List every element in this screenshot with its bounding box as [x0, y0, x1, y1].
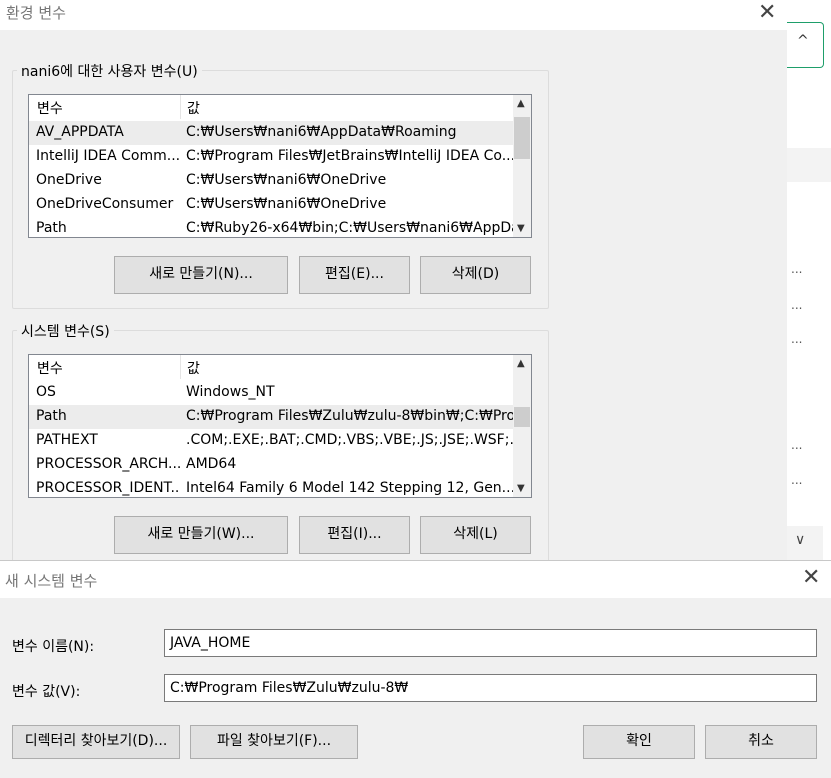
background-down-button[interactable]: ∨: [787, 526, 823, 560]
column-header-value[interactable]: 값: [187, 358, 200, 378]
environment-variables-dialog: 환경 변수 ✕ nani6에 대한 사용자 변수(U) 변수 값 AV_APPD…: [0, 0, 787, 571]
variable-name: AV_APPDATA: [36, 124, 124, 140]
variable-value: AMD64: [186, 456, 237, 472]
table-row[interactable]: OS Windows_NT: [29, 381, 513, 405]
system-variables-list[interactable]: 변수 값 OS Windows_NT Path C:₩Program Files…: [28, 354, 532, 498]
background-ellipsis: ...: [791, 438, 803, 452]
scroll-up-icon[interactable]: ▲: [517, 358, 525, 369]
variable-name: Path: [36, 220, 67, 236]
variable-value: .COM;.EXE;.BAT;.CMD;.VBS;.VBE;.JS;.JSE;.…: [186, 432, 513, 448]
background-up-button[interactable]: ^: [787, 22, 824, 68]
table-row[interactable]: PROCESSOR_IDENT... Intel64 Family 6 Mode…: [29, 477, 513, 501]
background-ellipsis: ...: [791, 473, 803, 487]
variable-value: C:₩Program Files₩Zulu₩zulu-8₩bin₩;C:₩Pro…: [186, 408, 513, 424]
system-delete-button[interactable]: 삭제(L): [420, 516, 531, 554]
user-variables-list[interactable]: 변수 값 AV_APPDATA C:₩Users₩nani6₩AppData₩R…: [28, 94, 532, 238]
variable-value-input[interactable]: C:₩Program Files₩Zulu₩zulu-8₩: [164, 674, 817, 702]
variable-value: Intel64 Family 6 Model 142 Stepping 12, …: [186, 480, 513, 496]
close-icon[interactable]: ✕: [758, 0, 776, 25]
new-system-variable-dialog: 새 시스템 변수 ✕ 변수 이름(N): JAVA_HOME 변수 값(V): …: [0, 560, 831, 778]
browse-file-button[interactable]: 파일 찾아보기(F)...: [190, 725, 358, 759]
user-variables-label: nani6에 대한 사용자 변수(U): [17, 61, 202, 81]
background-ellipsis: ...: [791, 298, 803, 312]
scroll-up-icon[interactable]: ▲: [517, 98, 525, 109]
variable-name: OneDrive: [36, 172, 102, 188]
variable-value: C:₩Users₩nani6₩AppData₩Roaming: [186, 124, 457, 140]
column-header-variable[interactable]: 변수: [37, 98, 63, 118]
variable-name: Path: [36, 408, 67, 424]
table-row[interactable]: Path C:₩Ruby26-x64₩bin;C:₩Users₩nani6₩Ap…: [29, 217, 513, 241]
variable-name-label: 변수 이름(N):: [12, 639, 95, 655]
background-window-edge: ^ ... ... ... ... ... ∨: [787, 0, 831, 560]
variable-value: Windows_NT: [186, 384, 275, 400]
variable-name-input[interactable]: JAVA_HOME: [164, 629, 817, 657]
background-ellipsis: ...: [791, 262, 803, 276]
new-dialog-title: 새 시스템 변수: [5, 572, 98, 590]
variable-name: PROCESSOR_ARCH...: [36, 456, 180, 472]
chevron-up-icon: ^: [797, 33, 809, 49]
variable-name: OneDriveConsumer: [36, 196, 174, 212]
list-header: 변수 값: [29, 355, 513, 379]
column-header-variable[interactable]: 변수: [37, 358, 63, 378]
system-new-button[interactable]: 새로 만들기(W)...: [114, 516, 288, 554]
close-icon[interactable]: ✕: [802, 565, 820, 590]
chevron-down-icon: ∨: [795, 532, 806, 548]
vertical-scrollbar[interactable]: ▲ ▼: [513, 95, 531, 237]
user-edit-button[interactable]: 편집(E)...: [299, 256, 410, 294]
variable-name: PATHEXT: [36, 432, 98, 448]
ok-button[interactable]: 확인: [583, 725, 695, 759]
table-row[interactable]: OneDrive C:₩Users₩nani6₩OneDrive: [29, 169, 513, 193]
table-row[interactable]: Path C:₩Program Files₩Zulu₩zulu-8₩bin₩;C…: [29, 405, 513, 429]
variable-value: C:₩Users₩nani6₩OneDrive: [186, 172, 387, 188]
column-divider[interactable]: [180, 95, 181, 119]
background-ellipsis: ...: [791, 332, 803, 346]
column-divider[interactable]: [180, 355, 181, 379]
list-header: 변수 값: [29, 95, 513, 119]
cancel-button[interactable]: 취소: [705, 725, 817, 759]
variable-value-label: 변수 값(V):: [12, 684, 81, 700]
variable-value: C:₩Program Files₩JetBrains₩IntelliJ IDEA…: [186, 148, 513, 164]
variable-name: OS: [36, 384, 56, 400]
env-dialog-title: 환경 변수: [6, 4, 66, 22]
scroll-down-icon[interactable]: ▼: [517, 223, 525, 234]
new-dialog-titlebar: 새 시스템 변수 ✕: [0, 561, 831, 598]
table-row[interactable]: PATHEXT .COM;.EXE;.BAT;.CMD;.VBS;.VBE;.J…: [29, 429, 513, 453]
table-row[interactable]: IntelliJ IDEA Comm... C:₩Program Files₩J…: [29, 145, 513, 169]
user-new-button[interactable]: 새로 만들기(N)...: [114, 256, 288, 294]
table-row[interactable]: PROCESSOR_ARCH... AMD64: [29, 453, 513, 477]
variable-value: C:₩Users₩nani6₩OneDrive: [186, 196, 387, 212]
variable-name: PROCESSOR_IDENT...: [36, 480, 180, 496]
table-row[interactable]: AV_APPDATA C:₩Users₩nani6₩AppData₩Roamin…: [29, 121, 513, 145]
system-edit-button[interactable]: 편집(I)...: [299, 516, 410, 554]
column-header-value[interactable]: 값: [187, 98, 200, 118]
background-band: [787, 148, 831, 182]
scrollbar-thumb[interactable]: [514, 407, 530, 427]
scrollbar-thumb[interactable]: [514, 117, 530, 159]
user-delete-button[interactable]: 삭제(D): [420, 256, 531, 294]
variable-name: IntelliJ IDEA Comm...: [36, 148, 180, 164]
table-row[interactable]: OneDriveConsumer C:₩Users₩nani6₩OneDrive: [29, 193, 513, 217]
env-titlebar: 환경 변수 ✕: [0, 0, 787, 30]
browse-directory-button[interactable]: 디렉터리 찾아보기(D)...: [12, 725, 180, 759]
scroll-down-icon[interactable]: ▼: [517, 483, 525, 494]
system-variables-label: 시스템 변수(S): [17, 321, 114, 341]
variable-value: C:₩Ruby26-x64₩bin;C:₩Users₩nani6₩AppDa..…: [186, 220, 513, 236]
vertical-scrollbar[interactable]: ▲ ▼: [513, 355, 531, 497]
